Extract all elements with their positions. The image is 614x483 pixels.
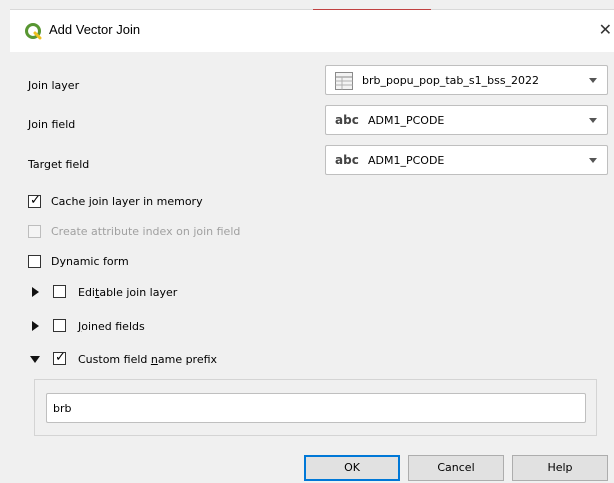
prefix-label: Custom field name prefix: [78, 353, 218, 366]
close-icon[interactable]: ✕: [599, 20, 612, 39]
join-field-value: ADM1_PCODE: [368, 114, 445, 127]
target-field-combo[interactable]: abc ADM1_PCODE: [325, 145, 608, 175]
expand-editable-icon[interactable]: [32, 287, 39, 297]
text-field-icon: abc: [335, 113, 359, 127]
checkmark-icon: ✓: [30, 193, 41, 208]
prefix-group: [34, 379, 597, 436]
cancel-button[interactable]: Cancel: [408, 455, 504, 481]
dynamic-form-label: Dynamic form: [51, 255, 129, 268]
chevron-down-icon: [589, 118, 597, 123]
dialog-title: Add Vector Join: [49, 22, 141, 37]
joined-fields-label: Joined fields: [78, 320, 145, 333]
add-vector-join-dialog: Add Vector Join ✕ Join layer brb_popu_po…: [10, 9, 614, 483]
prefix-input[interactable]: [46, 393, 586, 423]
cache-label: Cache join layer in memory: [51, 195, 203, 208]
checkmark-icon: ✓: [55, 350, 66, 365]
attr-index-checkbox: [28, 225, 41, 238]
prefix-checkbox[interactable]: ✓: [53, 350, 66, 365]
text-field-icon: abc: [335, 153, 359, 167]
editable-checkbox[interactable]: [53, 285, 66, 298]
join-layer-value: brb_popu_pop_tab_s1_bss_2022: [362, 74, 540, 87]
collapse-prefix-icon[interactable]: [30, 356, 40, 363]
joined-fields-checkbox[interactable]: [53, 319, 66, 332]
editable-label: Editable join layer: [78, 286, 178, 299]
expand-joined-fields-icon[interactable]: [32, 321, 39, 331]
decor-line: [313, 9, 431, 10]
ok-button[interactable]: OK: [304, 455, 400, 481]
join-layer-combo[interactable]: brb_popu_pop_tab_s1_bss_2022: [325, 65, 608, 95]
title-bar: Add Vector Join ✕: [10, 9, 614, 52]
qgis-logo-icon: [25, 23, 42, 40]
help-button[interactable]: Help: [512, 455, 608, 481]
chevron-down-icon: [589, 158, 597, 163]
cache-checkbox[interactable]: ✓: [28, 193, 41, 208]
target-field-label: Target field: [28, 158, 90, 171]
attr-index-label: Create attribute index on join field: [51, 225, 241, 238]
chevron-down-icon: [589, 78, 597, 83]
join-field-combo[interactable]: abc ADM1_PCODE: [325, 105, 608, 135]
join-field-label: Join field: [28, 118, 76, 131]
target-field-value: ADM1_PCODE: [368, 154, 445, 167]
dynamic-form-checkbox[interactable]: [28, 255, 41, 268]
table-layer-icon: [335, 72, 353, 90]
join-layer-label: Join layer: [28, 79, 80, 92]
